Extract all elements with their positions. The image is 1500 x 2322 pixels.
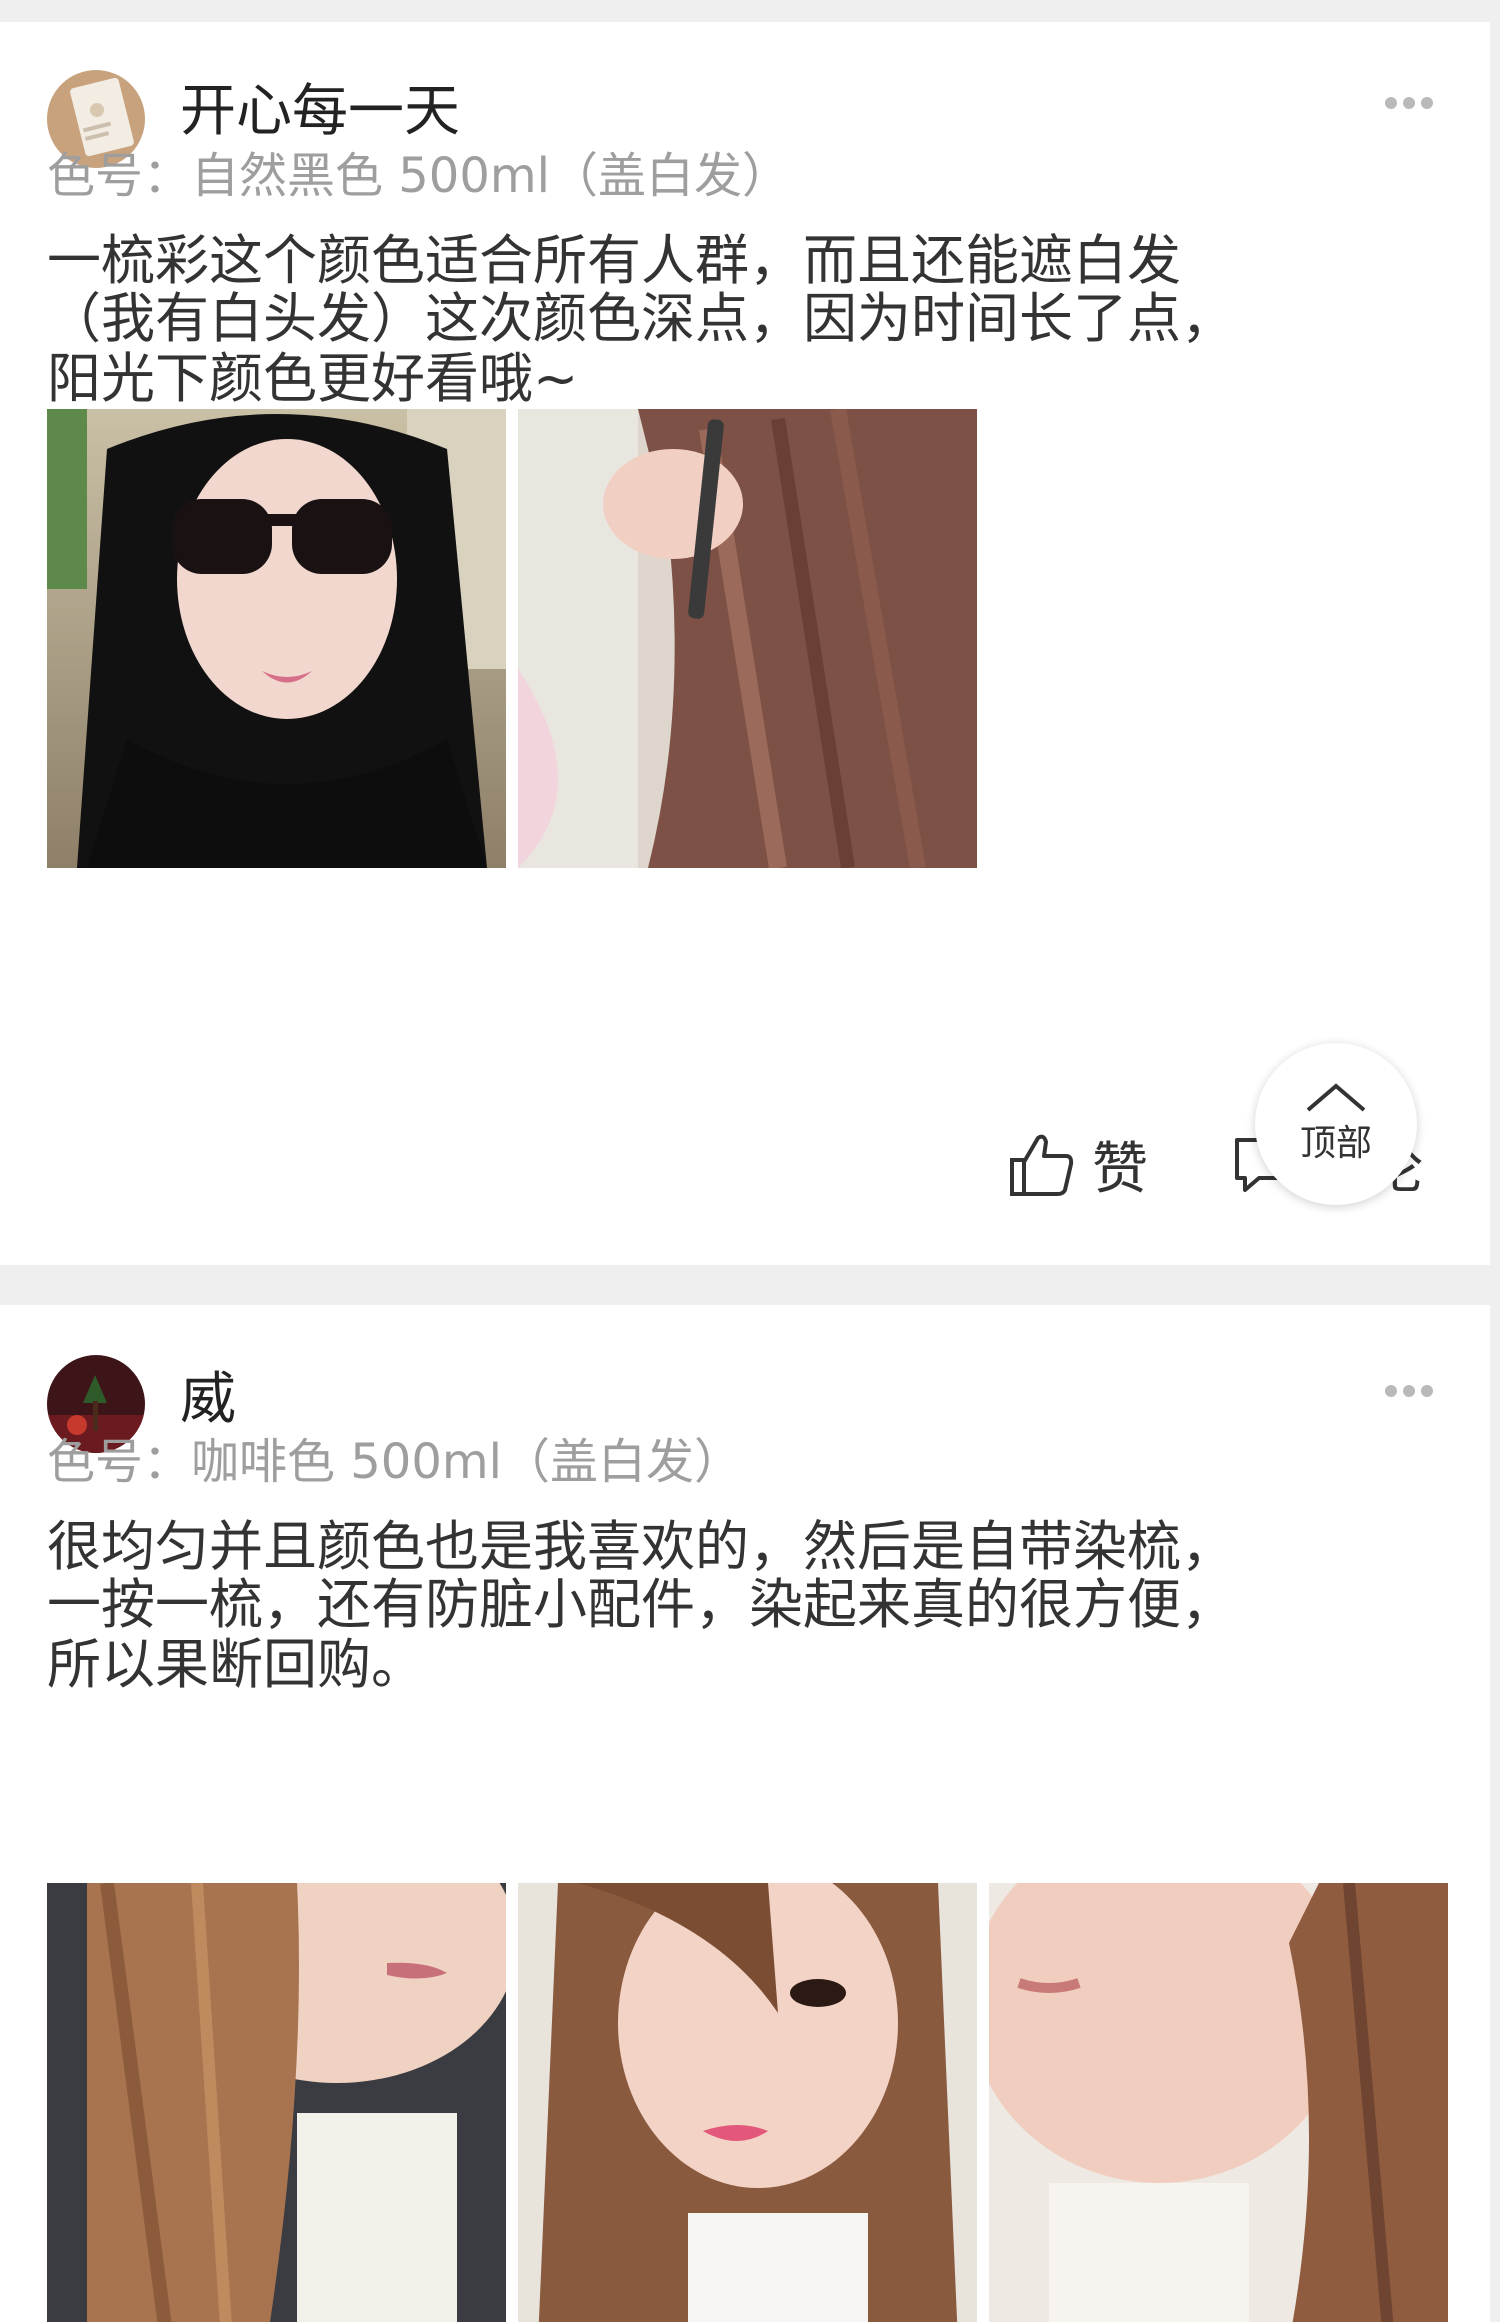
review-text-line: （我有白头发）这次颜色深点，因为时间长了点，: [47, 287, 1235, 350]
product-spec: 色号：自然黑色 500ml（盖白发）: [47, 148, 790, 204]
review-text-line: 很均匀并且颜色也是我喜欢的，然后是自带染梳，: [47, 1515, 1235, 1578]
review-text-line: 阳光下颜色更好看哦~: [47, 347, 579, 410]
review-card: 开心每一天 色号：自然黑色 500ml（盖白发） 一梳彩这个颜色适合所有人群，而…: [0, 22, 1490, 1265]
review-text-line: 一梳彩这个颜色适合所有人群，而且还能遮白发: [47, 229, 1181, 292]
review-text-line: 一按一梳，还有防脏小配件，染起来真的很方便，: [47, 1573, 1235, 1636]
review-text-line: 所以果断回购。: [47, 1633, 425, 1696]
more-options-icon[interactable]: [1385, 1382, 1445, 1402]
username[interactable]: 威: [180, 1372, 236, 1428]
review-photo[interactable]: [989, 1883, 1448, 2322]
review-photo[interactable]: [47, 1883, 506, 2322]
review-card: 威 色号：咖啡色 500ml（盖白发） 很均匀并且颜色也是我喜欢的，然后是自带染…: [0, 1305, 1490, 2322]
chevron-up-icon: [1306, 1083, 1366, 1112]
review-photo[interactable]: [47, 409, 506, 868]
thumbs-up-icon: [1010, 1134, 1074, 1196]
review-photo[interactable]: [518, 1883, 977, 2322]
review-photo[interactable]: [518, 409, 977, 868]
like-label: 赞: [1092, 1137, 1148, 1202]
like-button[interactable]: 赞: [1008, 1124, 1148, 1205]
more-options-icon[interactable]: [1385, 94, 1445, 114]
product-spec: 色号：咖啡色 500ml（盖白发）: [47, 1434, 742, 1490]
back-to-top-button[interactable]: 顶部: [1255, 1043, 1417, 1205]
username[interactable]: 开心每一天: [180, 84, 460, 140]
review-feed: 开心每一天 色号：自然黑色 500ml（盖白发） 一梳彩这个颜色适合所有人群，而…: [0, 0, 1500, 2322]
back-to-top-label: 顶部: [1299, 1123, 1372, 1164]
